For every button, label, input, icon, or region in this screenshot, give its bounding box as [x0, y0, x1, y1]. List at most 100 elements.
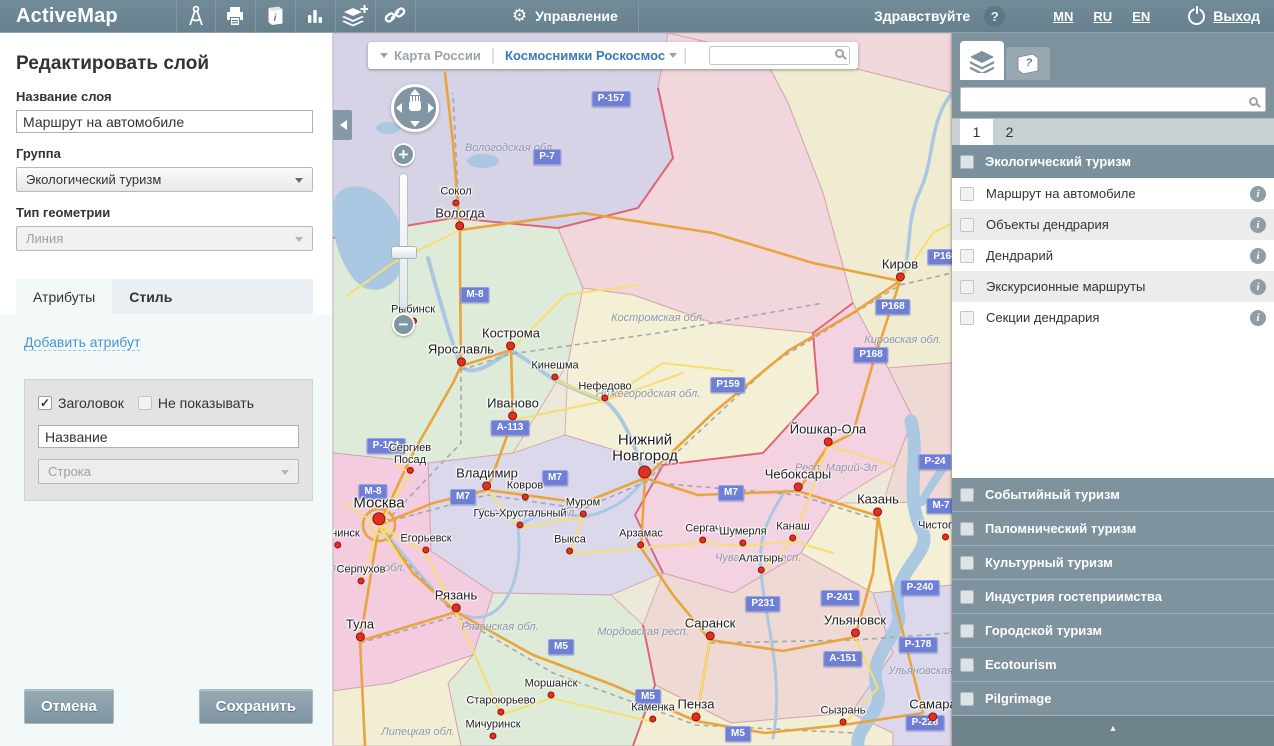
- group-checkbox[interactable]: [960, 488, 974, 502]
- layer-checkbox[interactable]: [960, 249, 974, 263]
- layer-row[interactable]: Секции дендрария i: [952, 302, 1274, 333]
- layer-row[interactable]: Маршрут на автомобиле i: [952, 178, 1274, 209]
- base-layer-button[interactable]: Карта России: [394, 48, 481, 63]
- map-search-input[interactable]: [709, 46, 850, 65]
- attribute-type-value: Строка: [48, 464, 91, 479]
- group-select[interactable]: Экологический туризм: [16, 167, 313, 192]
- pan-control[interactable]: [391, 84, 439, 132]
- chevron-down-icon[interactable]: [669, 53, 677, 62]
- layers-page-tab[interactable]: 2: [993, 119, 1026, 145]
- geometry-type-select: Линия: [16, 226, 313, 251]
- pan-down-arrow[interactable]: [410, 121, 420, 127]
- panel-scroll-up-button[interactable]: ▲: [952, 716, 1274, 740]
- hide-checkbox[interactable]: [138, 396, 152, 410]
- zoom-in-button[interactable]: +: [392, 143, 415, 166]
- geometry-type-label: Тип геометрии: [16, 205, 313, 220]
- pan-right-arrow[interactable]: [428, 103, 434, 113]
- group-name: Pilgrimage: [985, 691, 1051, 706]
- legend-icon[interactable]: i: [256, 0, 296, 33]
- zoom-slider-handle[interactable]: [391, 246, 417, 259]
- group-name: Городской туризм: [985, 623, 1102, 638]
- group-checkbox[interactable]: [960, 658, 974, 672]
- layer-group-header[interactable]: Паломнический туризм: [952, 512, 1274, 546]
- layers-search-row: [952, 80, 1274, 118]
- info-icon[interactable]: i: [1250, 186, 1266, 202]
- legend-tab[interactable]: ?: [1006, 47, 1050, 80]
- hide-checkbox-label: Не показывать: [158, 395, 254, 411]
- group-checkbox[interactable]: [960, 590, 974, 604]
- info-icon[interactable]: i: [1250, 248, 1266, 264]
- zoom-out-button[interactable]: −: [392, 313, 415, 336]
- zoom-slider[interactable]: [399, 173, 408, 309]
- language-link[interactable]: MN: [1053, 9, 1073, 24]
- layer-checkbox[interactable]: [960, 187, 974, 201]
- print-icon[interactable]: [216, 0, 256, 33]
- layer-group-header[interactable]: Ecotourism: [952, 648, 1274, 682]
- logout-button[interactable]: Выход: [1188, 8, 1260, 25]
- pan-left-arrow[interactable]: [396, 103, 402, 113]
- tab-style[interactable]: Стиль: [112, 279, 189, 314]
- measure-icon[interactable]: [176, 0, 216, 33]
- layer-group-header[interactable]: Городской туризм: [952, 614, 1274, 648]
- header-toolbar: i: [176, 0, 416, 33]
- layer-checkbox[interactable]: [960, 218, 974, 232]
- greeting-text: Здравствуйте: [874, 8, 970, 24]
- add-layer-icon[interactable]: [336, 0, 376, 33]
- management-menu[interactable]: ⚙ Управление: [512, 6, 618, 26]
- attribute-type-select: Строка: [38, 459, 299, 484]
- link-icon[interactable]: [376, 0, 416, 33]
- language-switcher: MN RU EN: [1053, 9, 1170, 24]
- panel-bottom-strip: [952, 740, 1274, 746]
- layer-group-header[interactable]: Pilgrimage: [952, 682, 1274, 716]
- layer-checkbox[interactable]: [960, 280, 974, 294]
- add-attribute-link[interactable]: Добавить атрибут: [24, 334, 140, 351]
- layer-group-header-expanded[interactable]: Экологический туризм: [952, 145, 1274, 178]
- collapse-left-panel-button[interactable]: [333, 110, 352, 140]
- layer-group-header[interactable]: Индустрия гостеприимства: [952, 580, 1274, 614]
- info-icon[interactable]: i: [1250, 279, 1266, 295]
- attribute-name-input[interactable]: [38, 425, 299, 448]
- info-icon[interactable]: i: [1250, 310, 1266, 326]
- layer-name-input[interactable]: [16, 110, 313, 133]
- header-checkbox[interactable]: [38, 396, 52, 410]
- layer-row[interactable]: Дендрарий i: [952, 240, 1274, 271]
- layer-group-header[interactable]: Культурный туризм: [952, 546, 1274, 580]
- form-buttons: Отмена Сохранить: [24, 689, 313, 734]
- group-checkbox[interactable]: [960, 556, 974, 570]
- save-button[interactable]: Сохранить: [199, 689, 313, 724]
- group-name: Культурный туризм: [985, 555, 1113, 570]
- layer-list-spacer: [952, 333, 1274, 478]
- group-checkbox[interactable]: [960, 522, 974, 536]
- cancel-button[interactable]: Отмена: [24, 689, 114, 724]
- layer-group-header[interactable]: Событийный туризм: [952, 478, 1274, 512]
- chevron-down-icon[interactable]: [380, 53, 388, 62]
- tab-attributes[interactable]: Атрибуты: [16, 279, 112, 314]
- geometry-type-value: Линия: [26, 231, 63, 246]
- search-icon[interactable]: [835, 49, 844, 58]
- group-checkbox[interactable]: [960, 624, 974, 638]
- layers-panel-tabs: ?: [952, 33, 1274, 80]
- toolbar-divider: |: [683, 47, 687, 65]
- layer-checkbox[interactable]: [960, 311, 974, 325]
- group-checkbox[interactable]: [960, 692, 974, 706]
- overlay-layer-button[interactable]: Космоснимки Роскосмос: [505, 48, 665, 63]
- layers-page-tab[interactable]: 1: [960, 119, 993, 145]
- layer-row[interactable]: Экскурсионные маршруты i: [952, 271, 1274, 302]
- pan-up-arrow[interactable]: [410, 89, 420, 95]
- group-name: Паломнический туризм: [985, 521, 1136, 536]
- layer-list: Маршрут на автомобиле i Объекты дендрари…: [952, 178, 1274, 333]
- language-link[interactable]: RU: [1093, 9, 1112, 24]
- language-link[interactable]: EN: [1132, 9, 1150, 24]
- info-icon[interactable]: i: [1250, 217, 1266, 233]
- layer-row[interactable]: Объекты дендрария i: [952, 209, 1274, 240]
- chart-icon[interactable]: [296, 0, 336, 33]
- help-button[interactable]: ?: [984, 6, 1005, 27]
- layers-tab[interactable]: [960, 41, 1004, 80]
- layers-search-input[interactable]: [960, 87, 1266, 112]
- layer-name: Экскурсионные маршруты: [986, 279, 1145, 294]
- group-checkbox[interactable]: [960, 155, 974, 169]
- search-icon[interactable]: [1249, 97, 1258, 106]
- map-base: [333, 33, 952, 746]
- group-name: Экологический туризм: [985, 154, 1131, 169]
- map-canvas[interactable]: Вологодская обл.Костромская обл.Кировска…: [333, 33, 952, 746]
